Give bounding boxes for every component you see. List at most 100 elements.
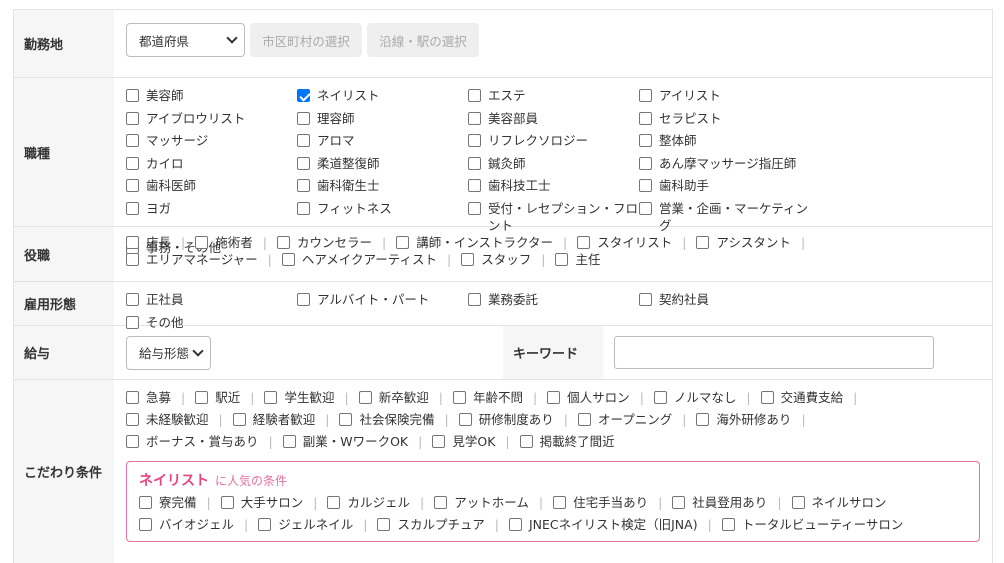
- checkbox[interactable]: [672, 496, 686, 509]
- checkbox[interactable]: [639, 293, 652, 306]
- checkbox-item[interactable]: 整体師: [639, 132, 810, 149]
- checkbox-item[interactable]: ヘアメイクアーティスト: [281, 251, 437, 268]
- checkbox-item[interactable]: 歯科医師: [126, 177, 297, 194]
- checkbox[interactable]: [126, 156, 139, 170]
- checkbox-item[interactable]: アットホーム: [434, 494, 529, 511]
- checkbox[interactable]: [791, 496, 805, 509]
- checkbox-item[interactable]: カルジェル: [327, 494, 410, 511]
- checkbox[interactable]: [639, 89, 652, 102]
- checkbox[interactable]: [126, 111, 139, 125]
- checkbox-item[interactable]: 講師・インストラクター: [396, 234, 553, 251]
- checkbox-item[interactable]: 歯科技工士: [468, 177, 639, 194]
- checkbox[interactable]: [276, 236, 290, 249]
- checkbox[interactable]: [195, 236, 209, 249]
- checkbox-item[interactable]: 美容師: [126, 87, 297, 104]
- checkbox-item[interactable]: カウンセラー: [276, 234, 372, 251]
- checkbox-item[interactable]: カイロ: [126, 155, 297, 172]
- checkbox-item[interactable]: 正社員: [126, 291, 297, 308]
- checkbox-item[interactable]: 店長: [126, 234, 171, 251]
- checkbox[interactable]: [696, 413, 710, 426]
- checkbox-item[interactable]: 主任: [555, 251, 600, 268]
- checkbox[interactable]: [297, 201, 310, 215]
- checkbox[interactable]: [126, 293, 139, 306]
- checkbox[interactable]: [258, 518, 272, 531]
- checkbox[interactable]: [339, 413, 353, 426]
- checkbox-item[interactable]: アシスタント: [696, 234, 791, 251]
- checkbox[interactable]: [195, 391, 209, 404]
- checkbox[interactable]: [126, 253, 139, 266]
- checkbox[interactable]: [653, 391, 667, 404]
- checkbox[interactable]: [220, 496, 234, 509]
- checkbox[interactable]: [139, 518, 152, 531]
- checkbox-item[interactable]: ジェルネイル: [258, 516, 353, 533]
- checkbox-item[interactable]: 柔道整復師: [297, 155, 468, 172]
- checkbox-item[interactable]: 学生歓迎: [264, 389, 334, 406]
- checkbox-item[interactable]: 経験者歓迎: [232, 411, 315, 428]
- checkbox[interactable]: [760, 391, 774, 404]
- checkbox-item[interactable]: 寮完備: [139, 494, 197, 511]
- checkbox[interactable]: [282, 435, 296, 448]
- keyword-input[interactable]: [614, 336, 934, 369]
- checkbox-item[interactable]: セラピスト: [639, 110, 810, 127]
- checkbox[interactable]: [468, 134, 481, 147]
- checkbox[interactable]: [639, 201, 652, 215]
- checkbox-item[interactable]: 未経験歓迎: [126, 411, 209, 428]
- checkbox[interactable]: [297, 293, 310, 306]
- checkbox[interactable]: [639, 111, 652, 125]
- checkbox-item[interactable]: 新卒歓迎: [358, 389, 429, 406]
- checkbox[interactable]: [126, 435, 139, 448]
- checkbox[interactable]: [555, 253, 569, 266]
- checkbox-item[interactable]: マッサージ: [126, 132, 297, 149]
- checkbox-item[interactable]: 理容師: [297, 110, 468, 127]
- checkbox-item[interactable]: 年齢不問: [452, 389, 523, 406]
- checkbox-item[interactable]: 見学OK: [432, 433, 495, 450]
- checkbox-item[interactable]: 契約社員: [639, 291, 810, 308]
- checkbox[interactable]: [639, 179, 652, 192]
- checkbox-item[interactable]: JNECネイリスト検定（旧JNA): [508, 516, 698, 533]
- checkbox[interactable]: [126, 236, 139, 249]
- checkbox-item[interactable]: アルバイト・パート: [297, 291, 468, 308]
- checkbox-item[interactable]: 交通費支給: [760, 389, 843, 406]
- checkbox-item[interactable]: 副業・WワークOK: [282, 433, 408, 450]
- checkbox-item[interactable]: バイオジェル: [139, 516, 234, 533]
- station-select-button[interactable]: 沿線・駅の選択: [367, 23, 479, 57]
- checkbox-item[interactable]: 研修制度あり: [458, 411, 554, 428]
- checkbox[interactable]: [232, 413, 246, 426]
- checkbox-item[interactable]: アイリスト: [639, 87, 810, 104]
- checkbox[interactable]: [297, 179, 310, 192]
- checkbox[interactable]: [297, 156, 310, 170]
- checkbox-item[interactable]: リフレクソロジー: [468, 132, 639, 149]
- checkbox[interactable]: [721, 518, 735, 531]
- checkbox-item[interactable]: 海外研修あり: [696, 411, 791, 428]
- checkbox-item[interactable]: アロマ: [297, 132, 468, 149]
- checkbox[interactable]: [468, 111, 481, 125]
- checkbox[interactable]: [126, 134, 139, 147]
- checkbox-item[interactable]: 社会保険完備: [339, 411, 434, 428]
- checkbox[interactable]: [468, 201, 481, 215]
- checkbox[interactable]: [468, 89, 481, 102]
- prefecture-select[interactable]: 都道府県: [126, 23, 245, 57]
- checkbox[interactable]: [126, 89, 139, 102]
- checkbox-item[interactable]: スタイリスト: [577, 234, 672, 251]
- checkbox[interactable]: [297, 89, 310, 102]
- checkbox-item[interactable]: 美容部員: [468, 110, 639, 127]
- checkbox-item[interactable]: 歯科助手: [639, 177, 810, 194]
- checkbox-item[interactable]: 住宅手当あり: [553, 494, 648, 511]
- checkbox[interactable]: [139, 496, 152, 509]
- checkbox-item[interactable]: アイブロウリスト: [126, 110, 297, 127]
- checkbox-item[interactable]: 施術者: [195, 234, 253, 251]
- checkbox[interactable]: [577, 236, 591, 249]
- checkbox-item[interactable]: 大手サロン: [220, 494, 303, 511]
- checkbox[interactable]: [696, 236, 710, 249]
- checkbox[interactable]: [264, 391, 278, 404]
- checkbox[interactable]: [468, 293, 481, 306]
- checkbox[interactable]: [297, 134, 310, 147]
- checkbox[interactable]: [639, 156, 652, 170]
- checkbox-item[interactable]: ネイリスト: [297, 87, 468, 104]
- checkbox-item[interactable]: 鍼灸師: [468, 155, 639, 172]
- checkbox-item[interactable]: オープニング: [577, 411, 672, 428]
- checkbox[interactable]: [547, 391, 561, 404]
- checkbox[interactable]: [126, 391, 139, 404]
- checkbox-item[interactable]: 業務委託: [468, 291, 639, 308]
- checkbox-item[interactable]: トータルビューティーサロン: [721, 516, 903, 533]
